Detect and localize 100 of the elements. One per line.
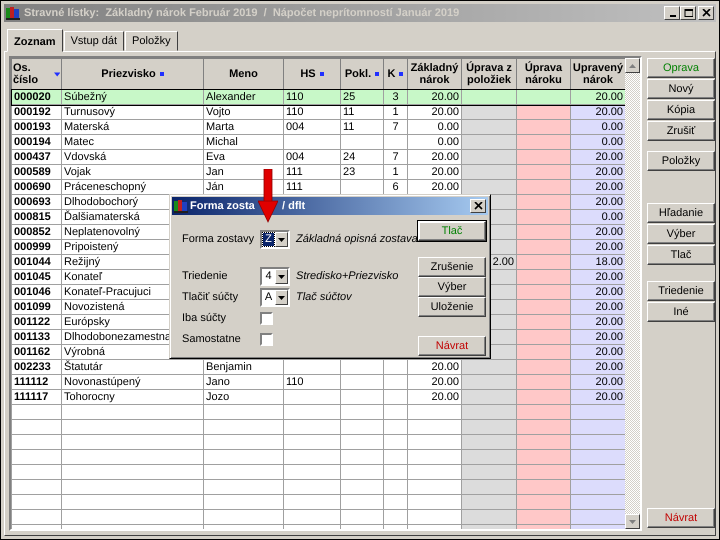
up-arrow-icon bbox=[629, 64, 636, 68]
table-cell: 18.00 bbox=[570, 254, 625, 270]
dropdown-button[interactable] bbox=[275, 269, 288, 284]
table-cell: 1 bbox=[384, 164, 408, 180]
table-cell: Matec bbox=[62, 134, 204, 150]
field-description: Základná opisná zostava bbox=[296, 232, 418, 248]
table-cell: 7 bbox=[384, 150, 408, 164]
tab[interactable]: Vstup dát bbox=[64, 31, 124, 51]
table-cell: 111112 bbox=[12, 374, 62, 390]
close-button[interactable] bbox=[470, 199, 486, 213]
table-cell: 000193 bbox=[12, 120, 62, 134]
scrollbar[interactable] bbox=[625, 58, 640, 529]
table-cell: 7 bbox=[384, 120, 408, 134]
table-cell: 20.00 bbox=[570, 150, 625, 164]
table-cell: Jozo bbox=[204, 390, 284, 404]
column-header[interactable]: K bbox=[388, 68, 396, 80]
table-cell: 001045 bbox=[12, 270, 62, 284]
maximize-button[interactable] bbox=[680, 6, 696, 20]
close-button[interactable] bbox=[698, 6, 714, 20]
button[interactable]: Kópia bbox=[647, 100, 715, 120]
table-cell: 20.00 bbox=[408, 90, 462, 104]
table-cell: 20.00 bbox=[570, 90, 625, 104]
table-cell: 111 bbox=[284, 164, 340, 180]
table-cell: 004 bbox=[284, 120, 340, 134]
checkbox[interactable] bbox=[260, 312, 273, 325]
table-cell: 11 bbox=[340, 104, 384, 120]
table-cell: 0.00 bbox=[570, 210, 625, 224]
button[interactable]: Zrušenie bbox=[418, 257, 486, 277]
column-header[interactable]: Priezvisko bbox=[101, 68, 156, 80]
checkbox[interactable] bbox=[260, 333, 273, 346]
dropdown-field[interactable]: A bbox=[260, 288, 290, 307]
table-cell: 000852 bbox=[12, 224, 62, 240]
table-cell: 110 bbox=[284, 104, 340, 120]
table-cell: Vojto bbox=[204, 104, 284, 120]
maximize-icon bbox=[684, 9, 692, 17]
table-cell: Súbežný bbox=[62, 90, 204, 104]
table-cell: Novonastúpený bbox=[62, 374, 204, 390]
dropdown-button[interactable] bbox=[275, 232, 288, 247]
button[interactable]: Hľadanie bbox=[647, 203, 715, 223]
tab[interactable]: Zoznam bbox=[7, 29, 63, 52]
column-header[interactable]: HS bbox=[300, 68, 316, 80]
table-cell: 110 bbox=[284, 374, 340, 390]
table-cell: 001099 bbox=[12, 300, 62, 314]
table-cell: 1 bbox=[384, 104, 408, 120]
table-cell: Jano bbox=[204, 374, 284, 390]
table-cell: 20.00 bbox=[570, 360, 625, 374]
scroll-down-button[interactable] bbox=[625, 514, 640, 529]
button[interactable]: Tlač bbox=[647, 245, 715, 265]
table-cell: Alexander bbox=[204, 90, 284, 104]
table-cell: Vdovská bbox=[62, 150, 204, 164]
scroll-up-button[interactable] bbox=[625, 58, 640, 73]
table-cell: 20.00 bbox=[570, 300, 625, 314]
button[interactable]: Výber bbox=[418, 277, 486, 297]
table-cell: 110 bbox=[284, 90, 340, 104]
table-cell: 000999 bbox=[12, 240, 62, 254]
button[interactable]: Výber bbox=[647, 224, 715, 244]
table-cell: 000194 bbox=[12, 134, 62, 150]
app-icon bbox=[6, 6, 20, 20]
table-cell: 20.00 bbox=[408, 164, 462, 180]
table-cell: 20.00 bbox=[408, 390, 462, 404]
table-cell: 20.00 bbox=[570, 180, 625, 194]
button[interactable]: Nový bbox=[647, 79, 715, 99]
column-header[interactable]: Meno bbox=[229, 68, 258, 80]
table-cell: 111117 bbox=[12, 390, 62, 404]
table-cell: 000690 bbox=[12, 180, 62, 194]
button[interactable]: Návrat bbox=[418, 336, 486, 356]
table-cell: Tohorocny bbox=[62, 390, 204, 404]
table-cell: Turnusový bbox=[62, 104, 204, 120]
table-cell: 001046 bbox=[12, 284, 62, 300]
field-description: Tlač súčtov bbox=[296, 290, 352, 306]
table-cell: 002233 bbox=[12, 360, 62, 374]
table-cell: 3 bbox=[384, 90, 408, 104]
table-cell: 000589 bbox=[12, 164, 62, 180]
table-cell: 0.00 bbox=[408, 134, 462, 150]
button[interactable]: Uloženie bbox=[418, 297, 486, 317]
table-cell: Vojak bbox=[62, 164, 204, 180]
table-cell: 20.00 bbox=[570, 240, 625, 254]
table-cell: 20.00 bbox=[570, 330, 625, 344]
dropdown-field[interactable]: Z bbox=[260, 230, 290, 249]
table-cell: Štatutár bbox=[62, 360, 204, 374]
button[interactable]: Návrat bbox=[647, 508, 715, 528]
table-cell: 0.00 bbox=[570, 120, 625, 134]
table-cell: 11 bbox=[340, 120, 384, 134]
table-cell: 20.00 bbox=[570, 224, 625, 240]
down-arrow-icon bbox=[629, 520, 636, 524]
button[interactable]: Iné bbox=[647, 302, 715, 322]
table-cell: Eva bbox=[204, 150, 284, 164]
table-cell: 000815 bbox=[12, 210, 62, 224]
button[interactable]: Zrušiť bbox=[647, 121, 715, 141]
dropdown-field[interactable]: 4 bbox=[260, 267, 290, 286]
button[interactable]: Položky bbox=[647, 151, 715, 171]
dropdown-button[interactable] bbox=[275, 290, 288, 305]
close-icon bbox=[474, 202, 482, 210]
table-cell: 001133 bbox=[12, 330, 62, 344]
table-cell: 20.00 bbox=[570, 164, 625, 180]
minimize-button[interactable] bbox=[664, 6, 680, 20]
table-cell: 20.00 bbox=[570, 194, 625, 210]
tab[interactable]: Položky bbox=[125, 31, 178, 51]
button[interactable]: Triedenie bbox=[647, 281, 715, 301]
table-cell: 000437 bbox=[12, 150, 62, 164]
